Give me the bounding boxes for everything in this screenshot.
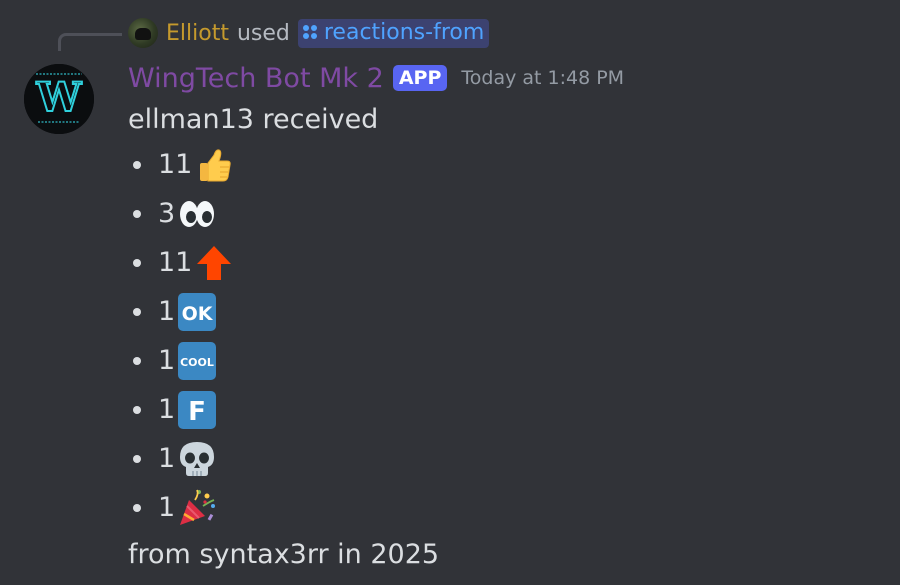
message-intro: ellman13 received [128, 104, 379, 135]
thumbs-up-icon [200, 148, 232, 181]
message-content: ellman13 received 11 3 11 1 OK 1 COOL 1 … [128, 100, 439, 572]
party-popper-icon [180, 489, 216, 525]
list-item: 11 [128, 140, 439, 189]
list-item: 1 [128, 434, 439, 483]
list-item: 1 OK [128, 287, 439, 336]
reply-action: used [236, 20, 290, 46]
svg-text:COOL: COOL [180, 356, 214, 369]
reply-connector [58, 33, 122, 51]
author-name[interactable]: WingTech Bot Mk 2 [128, 63, 384, 94]
reaction-list: 11 3 11 1 OK 1 COOL 1 F 1 1 [128, 140, 439, 532]
svg-text:OK: OK [182, 303, 214, 325]
letter-f-icon: F [178, 390, 217, 429]
list-item: 1 F [128, 385, 439, 434]
bot-avatar[interactable]: W [24, 64, 94, 134]
eyes-icon [180, 200, 215, 227]
list-item: 1 [128, 483, 439, 532]
app-command-icon [302, 25, 317, 39]
cool-icon: COOL [178, 341, 217, 380]
reaction-count: 1 [158, 345, 176, 376]
message-outro: from syntax3rr in 2025 [128, 539, 440, 570]
reaction-count: 11 [158, 149, 193, 180]
message-timestamp[interactable]: Today at 1:48 PM [461, 67, 624, 89]
reaction-count: 11 [158, 247, 193, 278]
skull-icon [180, 441, 215, 476]
reaction-count: 3 [158, 198, 176, 229]
message-header: WingTech Bot Mk 2 APP Today at 1:48 PM [128, 60, 624, 96]
reaction-count: 1 [158, 394, 176, 425]
reaction-count: 1 [158, 492, 176, 523]
command-name: reactions-from [323, 19, 485, 45]
reply-context[interactable]: Elliott used reactions-from [128, 17, 490, 49]
svg-text:F: F [188, 397, 206, 427]
app-badge: APP [392, 65, 448, 91]
svg-text:W: W [36, 74, 83, 121]
chat-message: Elliott used reactions-from W WingTech B… [0, 0, 900, 585]
reply-user-avatar[interactable] [128, 18, 158, 48]
list-item: 1 COOL [128, 336, 439, 385]
reply-username[interactable]: Elliott [166, 21, 229, 46]
command-mention[interactable]: reactions-from [297, 18, 490, 48]
list-item: 11 [128, 238, 439, 287]
reaction-count: 1 [158, 443, 176, 474]
reaction-count: 1 [158, 296, 176, 327]
wingtech-logo-icon: W [24, 64, 94, 134]
list-item: 3 [128, 189, 439, 238]
up-arrow-icon [197, 245, 232, 280]
ok-icon: OK [178, 292, 217, 331]
